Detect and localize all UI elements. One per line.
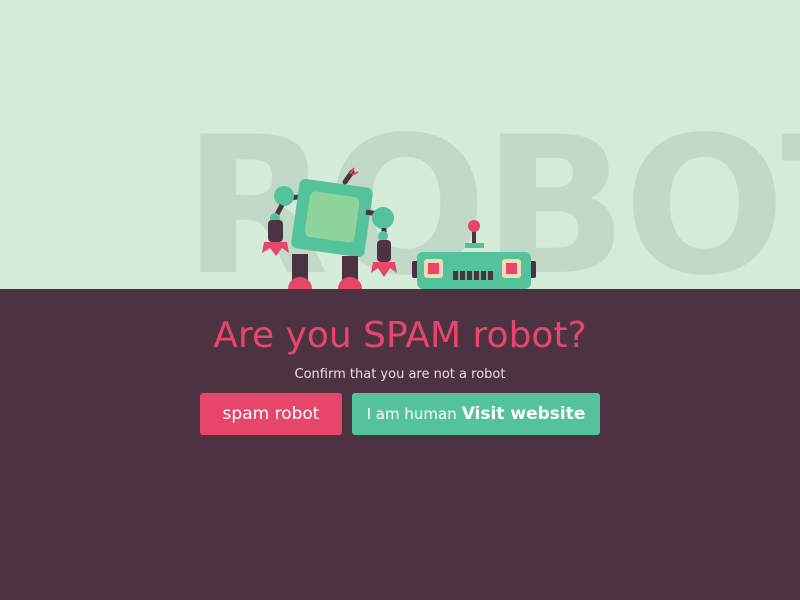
i-am-human-label: I am human bbox=[366, 405, 457, 423]
i-am-human-button[interactable]: I am human Visit website bbox=[352, 393, 600, 435]
walking-robot-icon bbox=[262, 167, 397, 289]
page-title: Are you SPAM robot? bbox=[213, 315, 587, 356]
subtitle: Confirm that you are not a robot bbox=[294, 367, 506, 382]
console-robot-icon bbox=[412, 220, 536, 289]
spam-robot-label: spam robot bbox=[222, 404, 320, 424]
hero-illustration: ROBOT bbox=[0, 0, 800, 289]
robots-illustration bbox=[262, 167, 536, 289]
spam-robot-button[interactable]: spam robot bbox=[200, 393, 342, 435]
captcha-panel: Are you SPAM robot? Confirm that you are… bbox=[0, 289, 800, 600]
visit-website-label: Visit website bbox=[461, 404, 586, 424]
